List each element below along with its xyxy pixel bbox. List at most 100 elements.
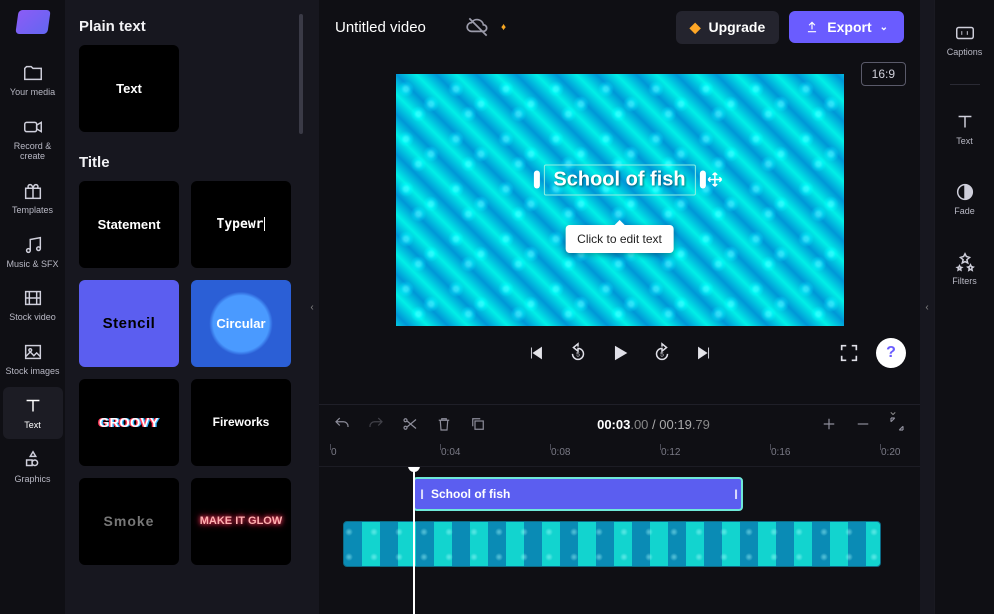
play-button[interactable] xyxy=(609,342,631,364)
collapse-stage-button[interactable]: ⌄ xyxy=(888,404,898,418)
asset-tile-make-it-glow[interactable]: MAKE IT GLOW xyxy=(191,478,291,565)
export-label: Export xyxy=(827,19,871,35)
collapse-right-panel[interactable]: ‹ xyxy=(920,0,934,614)
camera-icon xyxy=(22,116,44,138)
asset-tile-stencil[interactable]: Stencil xyxy=(79,280,179,367)
skip-end-button[interactable] xyxy=(693,342,715,364)
delete-button[interactable] xyxy=(435,415,453,433)
preview-canvas[interactable]: School of fish Click to edit text xyxy=(396,74,844,326)
sidebar-item-label: Your media xyxy=(10,88,55,98)
tile-label: MAKE IT GLOW xyxy=(200,515,283,528)
sidebar-item-graphics[interactable]: Graphics xyxy=(3,441,63,493)
total-time-sub: .79 xyxy=(692,417,710,432)
asset-tile-text[interactable]: Text xyxy=(79,45,179,132)
asset-tile-statement[interactable]: Statement xyxy=(79,181,179,268)
timeline-toolbar: 00:03.00 / 00:19.79 xyxy=(319,405,920,443)
move-handle-icon[interactable] xyxy=(706,171,724,189)
ruler-tick: 0:16 xyxy=(771,447,790,458)
add-track-button[interactable] xyxy=(820,415,838,433)
right-item-label: Fade xyxy=(954,207,975,217)
tile-label: Typewr xyxy=(217,217,264,232)
sidebar-item-record-create[interactable]: Record & create xyxy=(3,108,63,170)
zoom-out-button[interactable] xyxy=(854,415,872,433)
ruler-tick: 0:20 xyxy=(881,447,900,458)
cloud-off-icon[interactable] xyxy=(465,14,491,40)
asset-tile-groovy[interactable]: GROOVY xyxy=(79,379,179,466)
edit-text-tooltip: Click to edit text xyxy=(565,225,674,253)
video-clip[interactable] xyxy=(343,521,881,567)
film-icon xyxy=(22,287,44,309)
redo-button[interactable] xyxy=(367,415,385,433)
help-button[interactable]: ? xyxy=(876,338,906,368)
svg-text:5: 5 xyxy=(576,352,580,359)
ruler-tick: 0:08 xyxy=(551,447,570,458)
right-item-captions[interactable]: Captions xyxy=(938,14,992,66)
time-separator: / xyxy=(648,417,659,432)
asset-tile-typewriter[interactable]: Typewr xyxy=(191,181,291,268)
resize-handle-left[interactable] xyxy=(533,171,539,189)
forward-5-button[interactable]: 5 xyxy=(651,342,673,364)
current-time-main: 00:03 xyxy=(597,417,630,432)
sidebar-item-label: Graphics xyxy=(14,475,50,485)
rewind-5-button[interactable]: 5 xyxy=(567,342,589,364)
text-icon xyxy=(22,395,44,417)
clip-handle-left[interactable]: || xyxy=(417,479,425,509)
sidebar-item-label: Templates xyxy=(12,206,53,216)
total-time-main: 00:19 xyxy=(659,417,692,432)
undo-button[interactable] xyxy=(333,415,351,433)
left-rail: Your media Record & create Templates Mus… xyxy=(0,0,65,614)
ruler-tick: 0:04 xyxy=(441,447,460,458)
captions-icon xyxy=(954,22,976,44)
playhead[interactable] xyxy=(413,467,415,614)
tile-label: Fireworks xyxy=(213,415,270,429)
tile-label: Circular xyxy=(216,316,265,331)
ruler-tick: 0:12 xyxy=(661,447,680,458)
aspect-ratio-button[interactable]: 16:9 xyxy=(861,62,906,86)
asset-tile-smoke[interactable]: Smoke xyxy=(79,478,179,565)
right-item-filters[interactable]: Filters xyxy=(938,243,992,295)
app-logo[interactable] xyxy=(15,10,50,34)
sidebar-item-text[interactable]: Text xyxy=(3,387,63,439)
section-title-title: Title xyxy=(79,154,291,171)
video-title-input[interactable] xyxy=(335,19,455,36)
text-clip[interactable]: || School of fish || xyxy=(413,477,743,511)
sidebar-item-stock-video[interactable]: Stock video xyxy=(3,279,63,331)
premium-crown-icon: ♦ xyxy=(501,22,506,33)
timeline-ruler[interactable]: 0 0:04 0:08 0:12 0:16 0:20 xyxy=(319,443,920,467)
sidebar-item-stock-images[interactable]: Stock images xyxy=(3,333,63,385)
tile-label: Stencil xyxy=(103,315,156,332)
timeline-tracks[interactable]: || School of fish || xyxy=(319,467,920,614)
fullscreen-button[interactable] xyxy=(838,342,860,364)
clip-handle-right[interactable]: || xyxy=(731,479,739,509)
diamond-icon: ◆ xyxy=(690,19,701,36)
right-item-text[interactable]: Text xyxy=(938,103,992,155)
sidebar-item-your-media[interactable]: Your media xyxy=(3,54,63,106)
right-item-fade[interactable]: Fade xyxy=(938,173,992,225)
duplicate-button[interactable] xyxy=(469,415,487,433)
collapse-asset-panel[interactable]: ‹ xyxy=(305,0,319,614)
skip-start-button[interactable] xyxy=(525,342,547,364)
shapes-icon xyxy=(22,449,44,471)
upgrade-button[interactable]: ◆ Upgrade xyxy=(676,11,780,44)
fade-icon xyxy=(954,181,976,203)
section-title-plain-text: Plain text xyxy=(79,18,291,35)
text-overlay[interactable]: School of fish xyxy=(545,166,693,193)
upgrade-label: Upgrade xyxy=(708,19,765,35)
time-display: 00:03.00 / 00:19.79 xyxy=(503,417,804,432)
sidebar-item-label: Stock video xyxy=(9,313,56,323)
text-icon xyxy=(954,111,976,133)
split-button[interactable] xyxy=(401,415,419,433)
chevron-down-icon: ⌄ xyxy=(880,22,888,33)
image-icon xyxy=(22,341,44,363)
current-time-sub: .00 xyxy=(630,417,648,432)
sidebar-item-music-sfx[interactable]: Music & SFX xyxy=(3,226,63,278)
asset-tile-fireworks[interactable]: Fireworks xyxy=(191,379,291,466)
scrollbar[interactable] xyxy=(299,14,303,134)
sidebar-item-templates[interactable]: Templates xyxy=(3,172,63,224)
topbar: ♦ ◆ Upgrade Export ⌄ xyxy=(319,0,920,54)
timeline: 00:03.00 / 00:19.79 0 0:04 0:08 0:12 0:1… xyxy=(319,404,920,614)
playback-controls: 5 5 ? xyxy=(319,342,920,364)
svg-text:5: 5 xyxy=(660,352,664,359)
export-button[interactable]: Export ⌄ xyxy=(789,11,904,43)
asset-tile-circular[interactable]: Circular xyxy=(191,280,291,367)
